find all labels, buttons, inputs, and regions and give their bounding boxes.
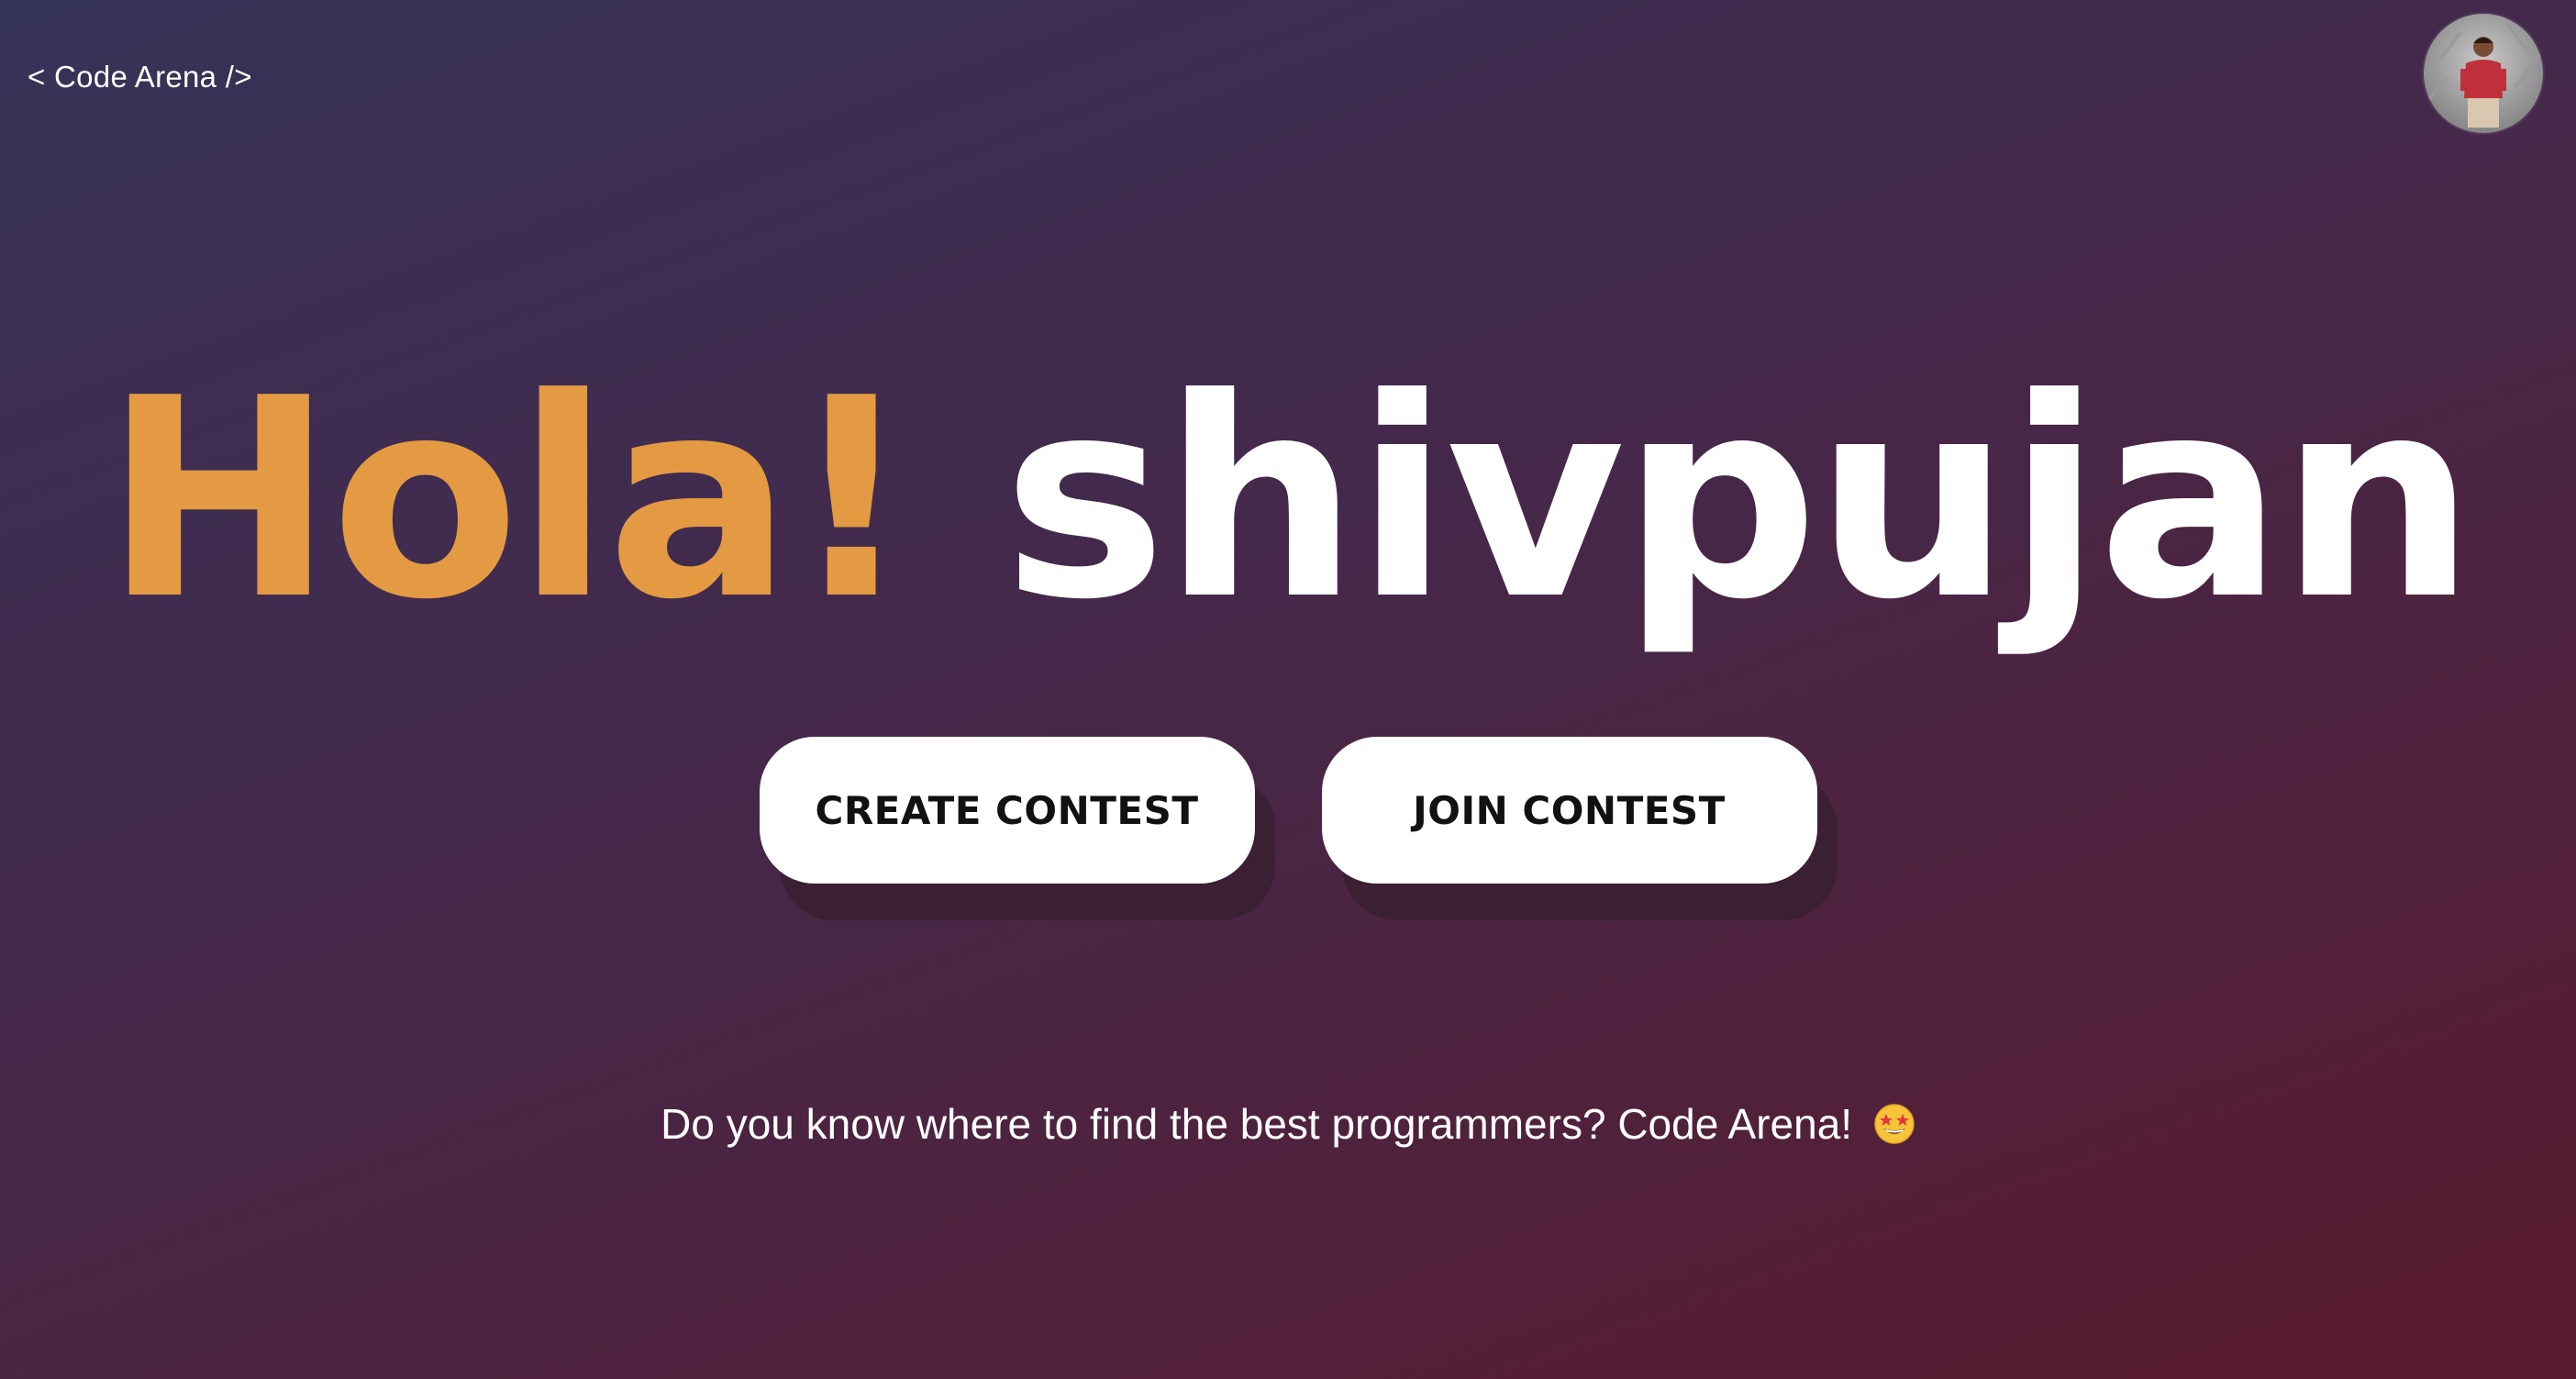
brand-logo-link[interactable]: < Code Arena /> <box>28 59 252 95</box>
create-contest-button[interactable]: CREATE CONTEST <box>759 737 1255 884</box>
contest-actions: CREATE CONTEST JOIN CONTEST <box>0 737 2576 920</box>
hero-heading: Hola! shivpujan <box>0 326 2576 674</box>
tagline: Do you know where to find the best progr… <box>0 1092 2576 1156</box>
avatar-photo-icon <box>2424 14 2543 133</box>
user-avatar[interactable] <box>2424 14 2543 133</box>
join-contest-wrapper: JOIN CONTEST <box>1321 737 1838 920</box>
tagline-text: Do you know where to find the best progr… <box>661 1100 1853 1148</box>
create-contest-wrapper: CREATE CONTEST <box>759 737 1275 920</box>
star-struck-emoji-icon <box>1874 1104 1915 1144</box>
greeting-text: Hola! <box>104 339 914 660</box>
join-contest-button[interactable]: JOIN CONTEST <box>1321 737 1817 884</box>
username-text: shivpujan <box>1003 339 2476 660</box>
